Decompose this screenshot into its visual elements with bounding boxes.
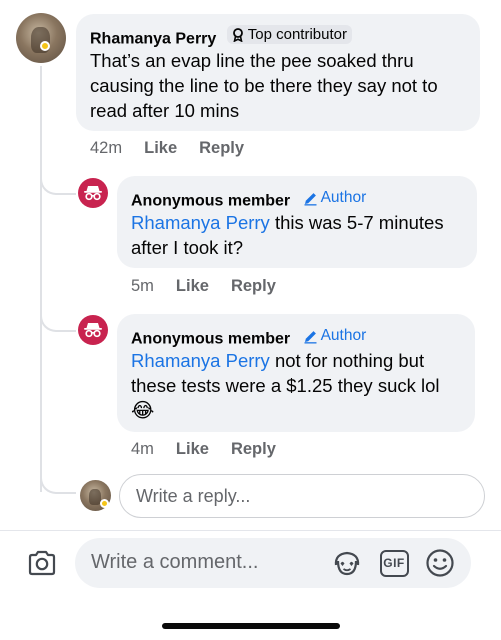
reply-text: Rhamanya Perry not for nothing but these… (131, 348, 466, 424)
author-badge-label: Author (320, 327, 367, 344)
reply-actions: 4m Like Reply (131, 440, 276, 459)
reply-bubble[interactable]: Anonymous member Author Rhamanya Perry t… (117, 176, 477, 268)
top-contributor-dot (40, 41, 50, 51)
gif-icon: GIF (379, 549, 409, 577)
mention-link[interactable]: Rhamanya Perry (131, 212, 270, 233)
author-badge-label: Author (320, 189, 367, 206)
gif-button[interactable]: GIF (378, 547, 410, 579)
badge-label: Top contributor (247, 26, 347, 43)
commenter-avatar[interactable] (16, 13, 66, 63)
anonymous-avatar[interactable] (78, 178, 108, 208)
comment-placeholder: Write a comment... (91, 551, 259, 573)
like-button[interactable]: Like (144, 139, 177, 158)
gif-label: GIF (383, 556, 405, 570)
comment-bubble[interactable]: Rhamanya Perry Top contributor That’s an… (76, 14, 480, 131)
avatar-face-icon (334, 551, 360, 576)
reply-text: Rhamanya Perry this was 5-7 minutes afte… (131, 210, 471, 260)
incognito-icon (84, 186, 102, 201)
pencil-icon (304, 192, 317, 205)
reply-time: 4m (131, 440, 154, 458)
camera-icon (28, 550, 56, 576)
incognito-icon (84, 323, 102, 338)
camera-button[interactable] (26, 548, 58, 578)
thread-branch-3 (40, 472, 76, 494)
reply-author[interactable]: Anonymous member (131, 331, 290, 348)
thread-line (40, 66, 42, 492)
reply-bubble[interactable]: Anonymous member Author Rhamanya Perry n… (117, 314, 475, 432)
pencil-icon (304, 330, 317, 343)
composer-divider (0, 530, 501, 531)
comment-author[interactable]: Rhamanya Perry (90, 31, 216, 48)
home-indicator (162, 623, 340, 629)
anonymous-avatar[interactable] (78, 315, 108, 345)
comment-actions: 42m Like Reply (90, 139, 244, 158)
reply-button[interactable]: Reply (199, 139, 244, 158)
reply-actions: 5m Like Reply (131, 277, 276, 296)
award-icon (232, 27, 243, 42)
author-badge: Author (303, 327, 367, 345)
current-user-badge-dot (100, 499, 109, 508)
reply-button[interactable]: Reply (231, 440, 276, 459)
comment-text: That’s an evap line the pee soaked thru … (90, 50, 438, 121)
mention-link[interactable]: Rhamanya Perry (131, 350, 270, 371)
reply-author[interactable]: Anonymous member (131, 193, 290, 210)
like-button[interactable]: Like (176, 440, 209, 459)
reply-placeholder: Write a reply... (136, 485, 251, 506)
comment-input[interactable]: Write a comment... (75, 538, 471, 588)
smiley-icon (426, 549, 454, 577)
laughing-emoji: 😂 (131, 400, 155, 422)
reply-input[interactable]: Write a reply... (119, 474, 485, 518)
like-button[interactable]: Like (176, 277, 209, 296)
avatar-sticker-button[interactable] (331, 548, 363, 578)
author-badge: Author (303, 189, 367, 207)
reply-button[interactable]: Reply (231, 277, 276, 296)
thread-branch-1 (40, 173, 76, 195)
thread-branch-2 (40, 310, 76, 332)
emoji-button[interactable] (424, 547, 456, 579)
top-contributor-badge: Top contributor (226, 25, 352, 44)
comment-time: 42m (90, 139, 123, 157)
reply-time: 5m (131, 277, 154, 295)
